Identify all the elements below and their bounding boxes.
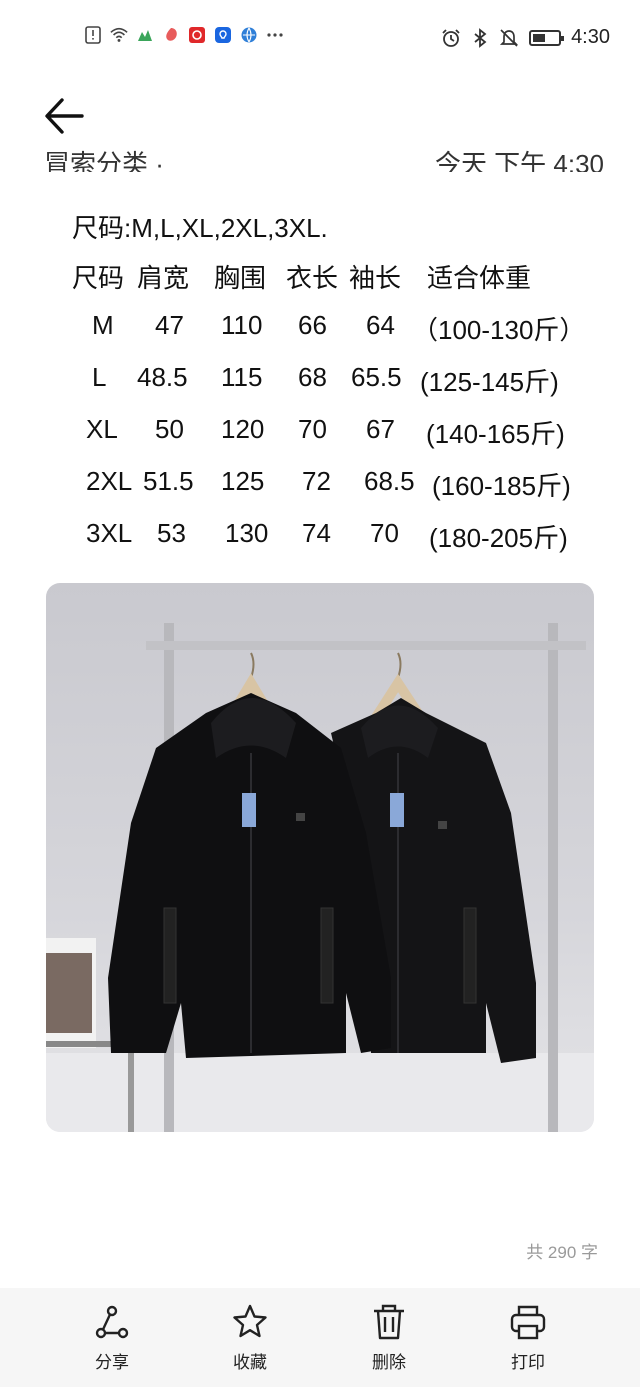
header-shoulder: 肩宽 xyxy=(137,263,190,293)
status-time: 4:30 xyxy=(571,26,610,48)
header-chest: 胸围 xyxy=(214,263,267,293)
status-bar: 4:30 xyxy=(0,0,640,80)
table-cell: 2XL xyxy=(86,466,133,496)
alert-icon xyxy=(85,26,101,44)
table-cell: 130 xyxy=(225,518,269,548)
battery-icon xyxy=(529,29,565,46)
table-cell: 68.5 xyxy=(364,466,415,496)
table-header-row: 尺码 肩宽 胸围 衣长 袖长 适合体重 xyxy=(0,258,640,298)
wifi-icon xyxy=(110,27,128,42)
table-cell: (125-145斤) xyxy=(420,367,559,397)
back-arrow-icon[interactable] xyxy=(42,94,86,138)
table-cell: (160-185斤) xyxy=(432,471,571,501)
bluetooth-icon xyxy=(474,27,487,48)
word-count: 共 290 字 xyxy=(526,1243,598,1262)
alarm-icon xyxy=(442,28,460,47)
table-cell: XL xyxy=(86,414,118,444)
table-cell: 70 xyxy=(370,518,399,548)
favorite-label: 收藏 xyxy=(233,1353,267,1372)
table-cell: 72 xyxy=(302,466,331,496)
trash-icon xyxy=(374,1304,404,1340)
header-size: 尺码 xyxy=(72,263,125,293)
table-row: XL 50 120 70 67 (140-165斤) xyxy=(0,414,640,454)
table-cell: M xyxy=(92,310,114,340)
table-cell: 50 xyxy=(155,414,184,444)
jackets-image xyxy=(46,583,594,1132)
star-icon xyxy=(233,1304,267,1338)
print-button[interactable]: 打印 xyxy=(488,1302,568,1373)
table-cell: 110 xyxy=(221,310,263,340)
header-length: 衣长 xyxy=(286,263,339,293)
table-cell: 51.5 xyxy=(143,466,194,496)
header-weight: 适合体重 xyxy=(427,263,532,293)
delete-label: 删除 xyxy=(372,1353,406,1372)
table-cell: 48.5 xyxy=(137,362,188,392)
favorite-button[interactable]: 收藏 xyxy=(210,1302,290,1373)
table-cell: (140-165斤) xyxy=(426,419,565,449)
table-row: 3XL 53 130 74 70 (180-205斤) xyxy=(0,518,640,558)
app-icon xyxy=(241,27,257,43)
table-cell: 67 xyxy=(366,414,395,444)
size-list-text: 尺码:M,L,XL,2XL,3XL. xyxy=(72,213,328,243)
table-cell: (180-205斤) xyxy=(429,523,568,553)
share-icon xyxy=(95,1305,129,1339)
bottom-toolbar: 分享 收藏 删除 打印 xyxy=(0,1288,640,1387)
print-label: 打印 xyxy=(511,1353,545,1372)
header-sleeve: 袖长 xyxy=(349,263,402,293)
app-icon xyxy=(215,27,231,43)
status-left-icons xyxy=(84,26,284,44)
app-icon xyxy=(189,27,205,43)
table-cell: （100-130斤） xyxy=(412,315,586,345)
share-label: 分享 xyxy=(95,1353,129,1372)
note-category: 冒索分类 · xyxy=(44,149,164,172)
delete-button[interactable]: 删除 xyxy=(349,1302,429,1373)
table-row: 2XL 51.5 125 72 68.5 (160-185斤) xyxy=(0,466,640,506)
more-icon xyxy=(267,33,283,37)
printer-icon xyxy=(510,1305,546,1340)
app-icon xyxy=(138,30,152,41)
status-right-icons: 4:30 xyxy=(441,26,610,49)
product-photo[interactable] xyxy=(46,583,594,1132)
table-cell: 120 xyxy=(221,414,265,444)
table-cell: 115 xyxy=(221,362,263,392)
table-cell: 66 xyxy=(298,310,327,340)
table-cell: 65.5 xyxy=(351,362,402,392)
table-row: L 48.5 115 68 65.5 (125-145斤) xyxy=(0,362,640,402)
table-row: M 47 110 66 64 （100-130斤） xyxy=(0,310,640,350)
share-button[interactable]: 分享 xyxy=(72,1302,152,1373)
mute-icon xyxy=(500,28,519,47)
app-icon xyxy=(166,28,177,41)
table-cell: 125 xyxy=(221,466,265,496)
table-cell: 74 xyxy=(302,518,331,548)
table-cell: 47 xyxy=(155,310,184,340)
table-cell: 64 xyxy=(366,310,395,340)
table-cell: 3XL xyxy=(86,518,133,548)
table-cell: L xyxy=(92,362,107,392)
table-cell: 68 xyxy=(298,362,327,392)
note-timestamp: 今天 下午 4:30 xyxy=(434,149,604,172)
table-cell: 70 xyxy=(298,414,327,444)
note-meta-line: 冒索分类 · 今天 下午 4:30 xyxy=(44,142,604,172)
table-cell: 53 xyxy=(157,518,186,548)
